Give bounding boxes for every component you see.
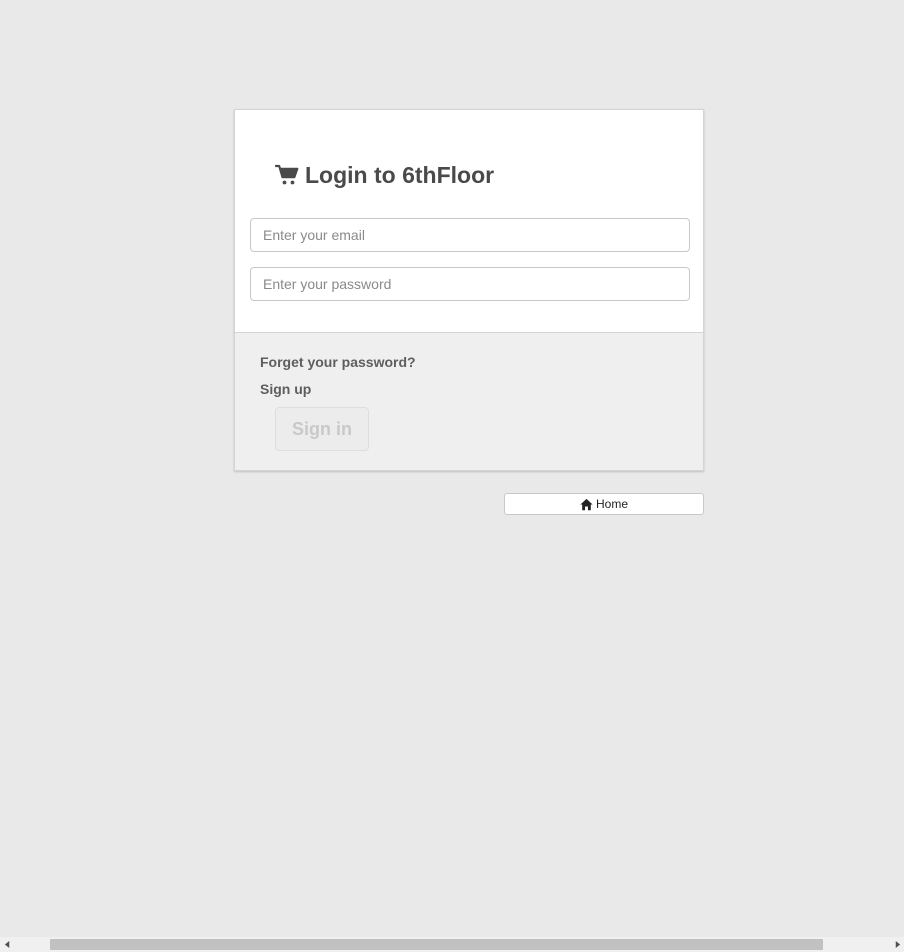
page: Login to 6thFloor Forget your password? …: [0, 0, 904, 952]
login-card-footer: Forget your password? Sign up Sign in: [235, 332, 703, 470]
horizontal-scrollbar[interactable]: [0, 937, 904, 952]
scroll-left-arrow-icon[interactable]: [0, 937, 14, 952]
login-title: Login to 6thFloor: [274, 158, 495, 192]
sign-in-button[interactable]: Sign in: [275, 407, 369, 451]
scrollbar-thumb[interactable]: [50, 939, 823, 950]
shopping-cart-icon: [274, 163, 299, 187]
login-card: Login to 6thFloor Forget your password? …: [234, 109, 704, 471]
email-input[interactable]: [250, 218, 690, 252]
scroll-right-arrow-icon[interactable]: [890, 937, 904, 952]
login-title-text: Login to 6thFloor: [305, 161, 495, 188]
forgot-password-link[interactable]: Forget your password?: [260, 354, 416, 370]
password-input[interactable]: [250, 267, 690, 301]
home-button-label: Home: [595, 497, 628, 511]
home-button[interactable]: Home: [504, 493, 704, 515]
login-card-body: Login to 6thFloor: [235, 110, 703, 332]
home-icon: [580, 498, 593, 511]
sign-up-link[interactable]: Sign up: [260, 381, 311, 397]
